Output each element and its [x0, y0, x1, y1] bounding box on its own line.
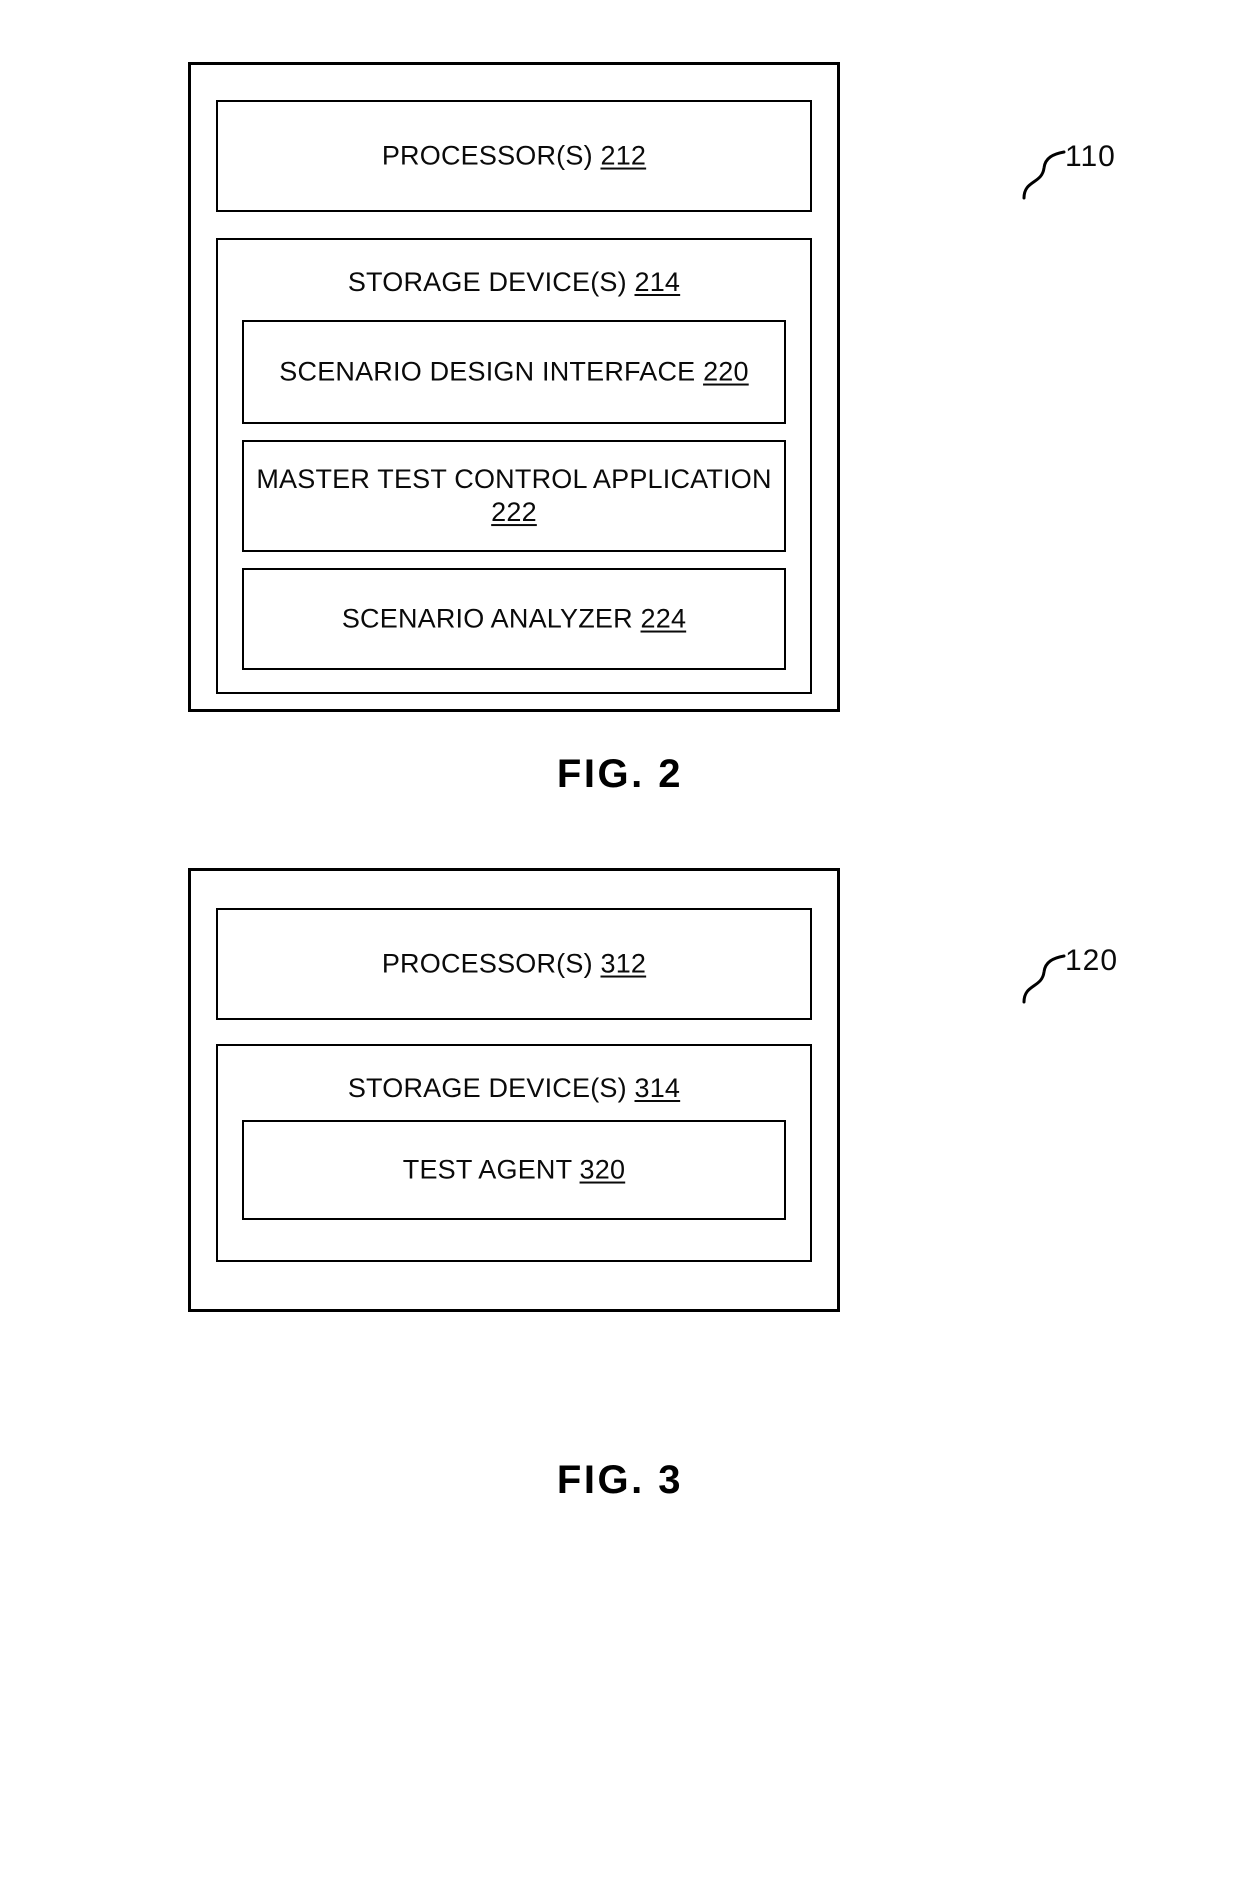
fig2-mtc-text: MASTER TEST CONTROL APPLICATION: [256, 464, 772, 495]
fig2-processor-label: PROCESSOR(S) 212: [218, 140, 810, 173]
fig2-scenario-design-interface-box: SCENARIO DESIGN INTERFACE 220: [242, 320, 786, 424]
fig3-agent-label: TEST AGENT 320: [244, 1154, 784, 1187]
fig3-storage-text: STORAGE DEVICE(S): [347, 1073, 627, 1103]
fig3-processor-text: PROCESSOR(S): [381, 948, 593, 979]
fig2-processor-box: PROCESSOR(S) 212: [216, 100, 812, 212]
fig2-sdi-label: SCENARIO DESIGN INTERFACE 220: [244, 356, 784, 389]
fig2-sdi-text: SCENARIO DESIGN INTERFACE: [279, 356, 696, 387]
fig2-mtc-label: MASTER TEST CONTROL APPLICATION 222: [244, 463, 784, 529]
fig3-storage-label: STORAGE DEVICE(S) 314: [218, 1072, 810, 1105]
fig2-processor-ref: 212: [600, 140, 647, 171]
fig2-storage-ref: 214: [634, 267, 681, 297]
fig3-processor-label: PROCESSOR(S) 312: [218, 948, 810, 981]
fig3-storage-ref: 314: [634, 1073, 681, 1103]
fig2-storage-label: STORAGE DEVICE(S) 214: [218, 266, 810, 299]
fig3-caption: FIG. 3: [556, 1458, 684, 1502]
fig2-storage-text: STORAGE DEVICE(S): [347, 267, 627, 297]
fig2-caption: FIG. 2: [556, 752, 684, 796]
fig2-analyzer-text: SCENARIO ANALYZER: [341, 603, 633, 634]
fig2-analyzer-ref: 224: [640, 603, 687, 634]
fig3-processor-ref: 312: [600, 948, 647, 979]
patent-drawing-sheet: PROCESSOR(S) 212 STORAGE DEVICE(S) 214 S…: [0, 0, 1240, 1894]
fig2-mtc-ref: 222: [491, 497, 537, 527]
fig2-analyzer-label: SCENARIO ANALYZER 224: [244, 603, 784, 636]
fig3-agent-text: TEST AGENT: [402, 1154, 572, 1185]
fig2-master-test-control-application-box: MASTER TEST CONTROL APPLICATION 222: [242, 440, 786, 552]
fig3-agent-ref: 320: [579, 1154, 626, 1185]
fig2-callout-110: 110: [1065, 140, 1116, 173]
fig3-test-agent-box: TEST AGENT 320: [242, 1120, 786, 1220]
fig2-scenario-analyzer-box: SCENARIO ANALYZER 224: [242, 568, 786, 670]
fig2-sdi-ref: 220: [703, 356, 749, 387]
fig3-callout-120: 120: [1065, 944, 1119, 977]
fig3-processor-box: PROCESSOR(S) 312: [216, 908, 812, 1020]
fig3-callout-leader-line: [1022, 954, 1066, 1004]
fig2-callout-leader-line: [1022, 150, 1066, 200]
fig2-processor-text: PROCESSOR(S): [381, 140, 593, 171]
